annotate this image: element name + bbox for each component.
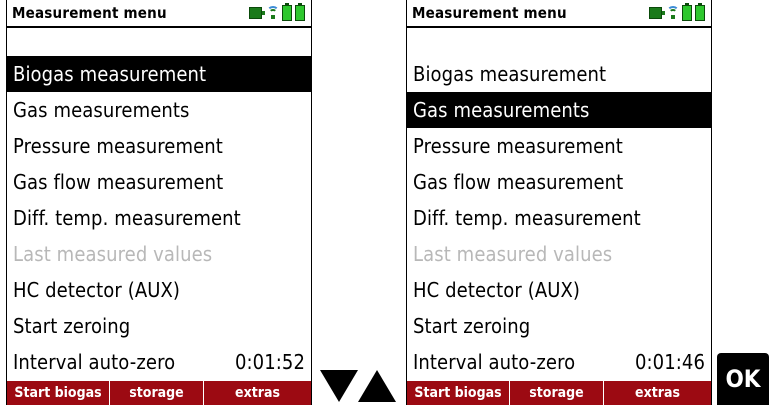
- battery-icon: [295, 3, 305, 21]
- menu-item[interactable]: Start zeroing: [407, 308, 711, 344]
- menu-item-label: Diff. temp. measurement: [13, 206, 241, 230]
- interval-value: 0:01:52: [234, 350, 305, 374]
- menu-item-label: Start zeroing: [413, 314, 531, 338]
- menu-item[interactable]: HC detector (AUX): [7, 272, 311, 308]
- menu-item[interactable]: Biogas measurement: [407, 56, 711, 92]
- menu-item-label: Start zeroing: [13, 314, 131, 338]
- title-bar: Measurement menu: [7, 0, 311, 28]
- ok-key-button[interactable]: OK: [717, 353, 769, 405]
- menu-item[interactable]: Interval auto-zero 0:01:46: [407, 344, 711, 380]
- device-screen-left: Measurement menu Biogas measurement Gas m…: [6, 0, 312, 405]
- menu-item-label: Interval auto-zero: [413, 350, 576, 374]
- softkey-start-biogas[interactable]: Start biogas: [407, 381, 510, 405]
- menu-item-label: Biogas measurement: [413, 62, 607, 86]
- plug-icon: [649, 7, 665, 19]
- menu-item[interactable]: Biogas measurement: [7, 56, 311, 92]
- menu-item[interactable]: Gas flow measurement: [7, 164, 311, 200]
- status-icons: [249, 3, 305, 21]
- screen-title: Measurement menu: [412, 4, 567, 22]
- menu-item[interactable]: Gas measurements: [7, 92, 311, 128]
- menu-item[interactable]: Diff. temp. measurement: [7, 200, 311, 236]
- menu-item: Last measured values: [407, 236, 711, 272]
- interval-value: 0:01:46: [634, 350, 705, 374]
- wireless-icon: [267, 6, 279, 20]
- title-bar: Measurement menu: [407, 0, 711, 28]
- menu-item: Last measured values: [7, 236, 311, 272]
- menu-item[interactable]: Gas measurements: [407, 92, 711, 128]
- menu-item-label: Last measured values: [13, 242, 213, 266]
- screen-title: Measurement menu: [12, 4, 167, 22]
- menu-item-label: Interval auto-zero: [13, 350, 176, 374]
- measurement-menu: Biogas measurement Gas measurements Pressu…: [407, 56, 711, 380]
- menu-item[interactable]: Pressure measurement: [7, 128, 311, 164]
- softkey-extras[interactable]: extras: [604, 381, 711, 405]
- softkey-start-biogas[interactable]: Start biogas: [7, 381, 110, 405]
- battery-icon: [695, 3, 705, 21]
- wireless-icon: [667, 6, 679, 20]
- menu-item[interactable]: HC detector (AUX): [407, 272, 711, 308]
- menu-item-label: Diff. temp. measurement: [413, 206, 641, 230]
- menu-item-label: Gas measurements: [13, 98, 190, 122]
- arrow-down-icon[interactable]: [320, 370, 358, 402]
- menu-item[interactable]: Pressure measurement: [407, 128, 711, 164]
- menu-item-label: Pressure measurement: [13, 134, 223, 158]
- measurement-menu: Biogas measurement Gas measurements Pressu…: [7, 56, 311, 380]
- softkey-storage[interactable]: storage: [510, 381, 604, 405]
- menu-item-label: Last measured values: [413, 242, 613, 266]
- menu-item[interactable]: Start zeroing: [7, 308, 311, 344]
- menu-item[interactable]: Diff. temp. measurement: [407, 200, 711, 236]
- menu-item-label: Biogas measurement: [13, 62, 207, 86]
- arrow-up-icon[interactable]: [358, 370, 396, 402]
- menu-item[interactable]: Gas flow measurement: [407, 164, 711, 200]
- plug-icon: [249, 7, 265, 19]
- menu-item-label: Gas measurements: [413, 98, 590, 122]
- status-icons: [649, 3, 705, 21]
- menu-item-label: Gas flow measurement: [413, 170, 624, 194]
- device-screen-right: Measurement menu Biogas measurement Gas m…: [406, 0, 712, 405]
- softkey-storage[interactable]: storage: [110, 381, 204, 405]
- menu-item-label: Gas flow measurement: [13, 170, 224, 194]
- battery-icon: [682, 3, 692, 21]
- menu-item-label: HC detector (AUX): [413, 278, 581, 302]
- softkey-extras[interactable]: extras: [204, 381, 311, 405]
- softkey-bar: Start biogas storage extras: [7, 381, 311, 405]
- battery-icon: [282, 3, 292, 21]
- menu-item[interactable]: Interval auto-zero 0:01:52: [7, 344, 311, 380]
- softkey-bar: Start biogas storage extras: [407, 381, 711, 405]
- menu-item-label: Pressure measurement: [413, 134, 623, 158]
- menu-item-label: HC detector (AUX): [13, 278, 181, 302]
